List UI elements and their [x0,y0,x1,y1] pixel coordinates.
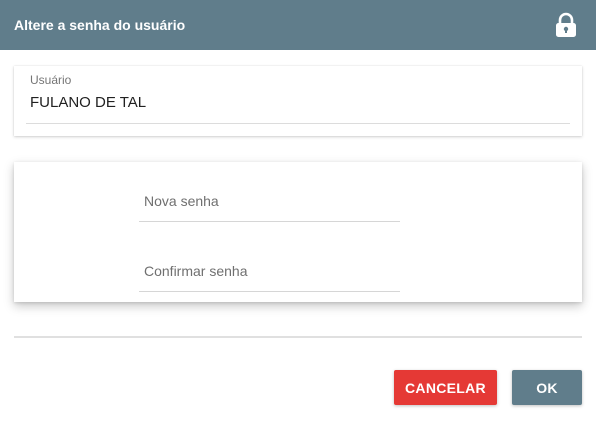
user-field-underline [26,123,570,124]
confirm-password-field [139,252,400,292]
password-card [14,162,582,302]
new-password-field [139,182,400,222]
lock-icon [556,12,576,37]
new-password-input[interactable] [139,182,400,220]
user-label: Usuário [30,73,72,87]
new-password-underline [139,221,400,222]
ok-button[interactable]: OK [512,370,582,405]
user-name-value: FULANO DE TAL [30,94,147,111]
cancel-button[interactable]: CANCELAR [394,370,497,405]
change-password-dialog: Altere a senha do usuário Usuário FULANO… [0,0,596,421]
dialog-title: Altere a senha do usuário [14,17,186,33]
confirm-password-input[interactable] [139,252,400,290]
dialog-header: Altere a senha do usuário [0,0,596,50]
actions-divider [14,336,582,338]
confirm-password-underline [139,291,400,292]
user-card: Usuário FULANO DE TAL [14,66,582,136]
